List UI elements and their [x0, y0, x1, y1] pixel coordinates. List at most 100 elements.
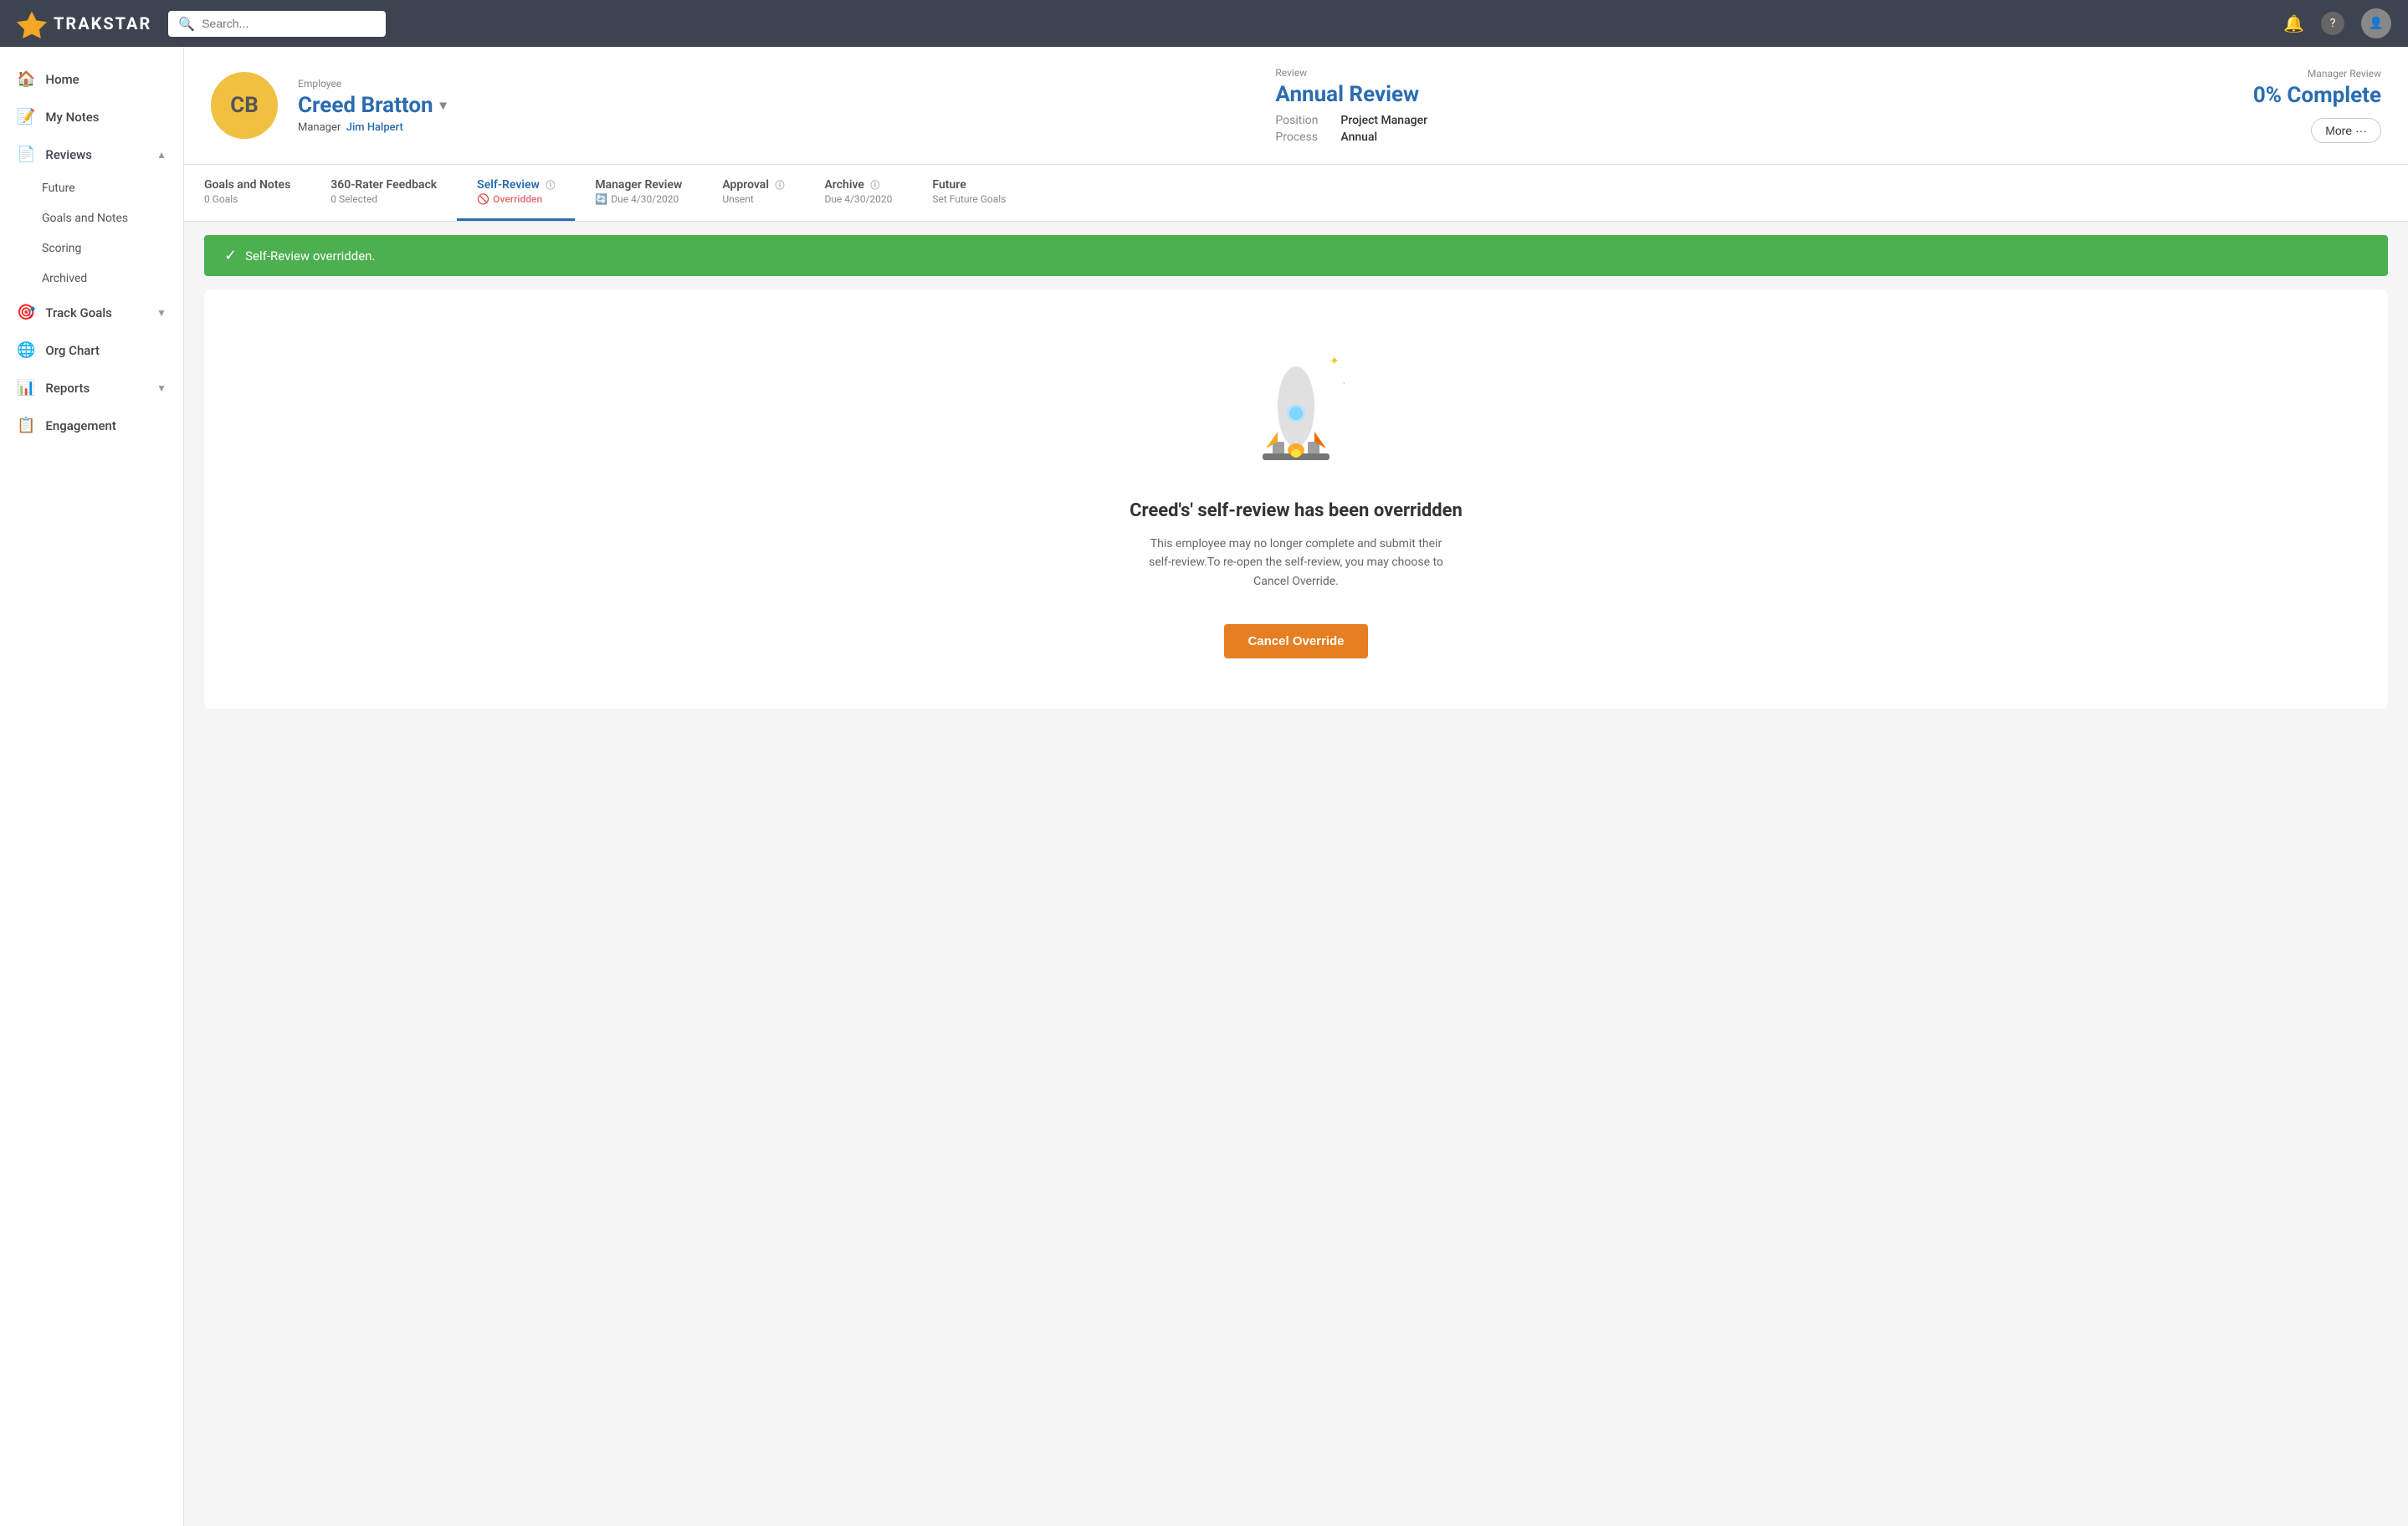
sidebar-item-engagement[interactable]: 📋 Engagement	[0, 407, 183, 444]
more-button[interactable]: More ···	[2311, 118, 2381, 143]
manager-review-info: Manager Review 0% Complete More ···	[2253, 68, 2381, 143]
sidebar-item-future[interactable]: Future	[42, 173, 183, 203]
reviews-chevron-icon: ▲	[156, 149, 167, 161]
sidebar-item-home[interactable]: 🏠 Home	[0, 60, 183, 98]
sidebar-reviews-submenu: Future Goals and Notes Scoring Archived	[0, 173, 183, 294]
sidebar-item-scoring[interactable]: Scoring	[42, 233, 183, 264]
top-navigation: TRAKSTAR 🔍 🔔 ? 👤	[0, 0, 2408, 47]
override-card: ✦ •	[204, 289, 2388, 709]
track-goals-chevron-icon: ▼	[156, 307, 167, 319]
main-layout: 🏠 Home 📝 My Notes 📄 Reviews ▲ Future Goa…	[0, 47, 2408, 1526]
tab-360-title: 360-Rater Feedback	[330, 178, 437, 192]
tab-archive-sub: Due 4/30/2020	[824, 193, 892, 205]
review-tabs: Goals and Notes 0 Goals 360-Rater Feedba…	[184, 165, 2408, 222]
rocket-illustration: ✦ •	[1229, 340, 1363, 474]
position-label: Position	[1275, 114, 1334, 127]
sidebar-label-my-notes: My Notes	[45, 110, 99, 125]
tab-archive-title: Archive ⓘ	[824, 178, 892, 192]
employee-avatar: CB	[211, 72, 278, 139]
notes-icon: 📝	[17, 108, 35, 125]
process-row: Process Annual	[1275, 131, 2232, 144]
sidebar-item-goals-and-notes[interactable]: Goals and Notes	[42, 203, 183, 233]
logo-text: TRAKSTAR	[54, 13, 151, 33]
track-goals-icon: 🎯	[17, 304, 35, 321]
archive-help-icon[interactable]: ⓘ	[870, 180, 879, 191]
employee-manager: Manager Jim Halpert	[298, 121, 1255, 134]
tab-manager-review[interactable]: Manager Review 🔄 Due 4/30/2020	[575, 165, 702, 221]
help-icon[interactable]: ?	[2321, 12, 2344, 35]
approval-help-icon[interactable]: ⓘ	[775, 180, 784, 191]
sidebar-item-reviews[interactable]: 📄 Reviews ▲	[0, 136, 183, 173]
avatar[interactable]: 👤	[2361, 8, 2391, 38]
due-icon: 🔄	[595, 193, 607, 205]
sidebar-label-archived: Archived	[42, 272, 87, 285]
tab-manager-review-sub: 🔄 Due 4/30/2020	[595, 193, 682, 205]
sidebar-label-org-chart: Org Chart	[45, 343, 100, 358]
tab-self-review[interactable]: Self-Review ⓘ 🚫 Overridden	[457, 165, 575, 221]
self-review-help-icon[interactable]: ⓘ	[546, 180, 555, 191]
sidebar-label-engagement: Engagement	[45, 418, 115, 433]
review-label: Review	[1275, 67, 2232, 79]
sidebar-label-home: Home	[45, 72, 79, 87]
avatar-initials: CB	[230, 93, 259, 118]
due-status: 🔄 Due 4/30/2020	[595, 193, 679, 205]
tab-approval[interactable]: Approval ⓘ Unsent	[702, 165, 804, 221]
tab-future-sub: Set Future Goals	[932, 193, 1006, 205]
sidebar-label-future: Future	[42, 182, 75, 195]
search-icon: 🔍	[178, 16, 195, 32]
home-icon: 🏠	[17, 70, 35, 88]
cancel-override-label: Cancel Override	[1248, 634, 1344, 648]
review-info: Review Annual Review Position Project Ma…	[1275, 67, 2232, 144]
tab-manager-review-title: Manager Review	[595, 178, 682, 192]
employee-dropdown-chevron[interactable]: ▾	[440, 97, 447, 113]
main-content: CB Employee Creed Bratton ▾ Manager Jim …	[184, 47, 2408, 1526]
review-title: Annual Review	[1275, 82, 2232, 107]
search-bar[interactable]: 🔍	[168, 11, 386, 37]
search-input[interactable]	[202, 17, 376, 30]
sidebar-item-org-chart[interactable]: 🌐 Org Chart	[0, 331, 183, 369]
svg-text:✦: ✦	[1330, 355, 1340, 368]
sidebar-item-track-goals[interactable]: 🎯 Track Goals ▼	[0, 294, 183, 331]
trakstar-logo-icon	[17, 8, 47, 38]
avatar-image: 👤	[2369, 17, 2383, 30]
topnav-right: 🔔 ? 👤	[2283, 8, 2391, 38]
manager-link[interactable]: Jim Halpert	[346, 121, 403, 134]
reviews-icon: 📄	[17, 146, 35, 163]
override-description: This employee may no longer complete and…	[1145, 535, 1447, 591]
notification-bell-icon[interactable]: 🔔	[2283, 13, 2304, 33]
manager-review-label: Manager Review	[2253, 68, 2381, 79]
sidebar-item-my-notes[interactable]: 📝 My Notes	[0, 98, 183, 136]
more-button-label: More ···	[2325, 124, 2367, 137]
org-chart-icon: 🌐	[17, 341, 35, 359]
success-message: Self-Review overridden.	[245, 248, 375, 264]
tab-approval-title: Approval ⓘ	[722, 178, 784, 192]
tab-future[interactable]: Future Set Future Goals	[912, 165, 1026, 221]
tab-360-rater-feedback[interactable]: 360-Rater Feedback 0 Selected	[310, 165, 457, 221]
sidebar-item-archived[interactable]: Archived	[42, 264, 183, 294]
overridden-icon: 🚫	[477, 193, 489, 205]
tab-goals-and-notes-title: Goals and Notes	[204, 178, 290, 192]
employee-label: Employee	[298, 78, 1255, 90]
tab-goals-and-notes[interactable]: Goals and Notes 0 Goals	[184, 165, 310, 221]
tab-self-review-title: Self-Review ⓘ	[477, 178, 555, 192]
sidebar-label-reports: Reports	[45, 381, 90, 396]
overridden-status: 🚫 Overridden	[477, 193, 542, 205]
sidebar-item-reports[interactable]: 📊 Reports ▼	[0, 369, 183, 407]
engagement-icon: 📋	[17, 417, 35, 434]
cancel-override-button[interactable]: Cancel Override	[1224, 624, 1367, 658]
logo[interactable]: TRAKSTAR	[17, 8, 151, 38]
sidebar-label-scoring: Scoring	[42, 242, 81, 255]
tab-self-review-sub: 🚫 Overridden	[477, 193, 555, 205]
success-check-icon: ✓	[224, 247, 237, 264]
employee-name-row: Creed Bratton ▾	[298, 93, 1255, 118]
reports-chevron-icon: ▼	[156, 382, 167, 394]
tab-future-title: Future	[932, 178, 1006, 192]
tab-approval-sub: Unsent	[722, 193, 784, 205]
employee-name-text: Creed Bratton	[298, 93, 433, 118]
sidebar: 🏠 Home 📝 My Notes 📄 Reviews ▲ Future Goa…	[0, 47, 184, 1526]
process-value: Annual	[1340, 131, 1377, 144]
review-meta: Position Project Manager Process Annual	[1275, 114, 2232, 144]
reports-icon: 📊	[17, 379, 35, 397]
svg-text:•: •	[1343, 380, 1345, 387]
tab-archive[interactable]: Archive ⓘ Due 4/30/2020	[804, 165, 912, 221]
